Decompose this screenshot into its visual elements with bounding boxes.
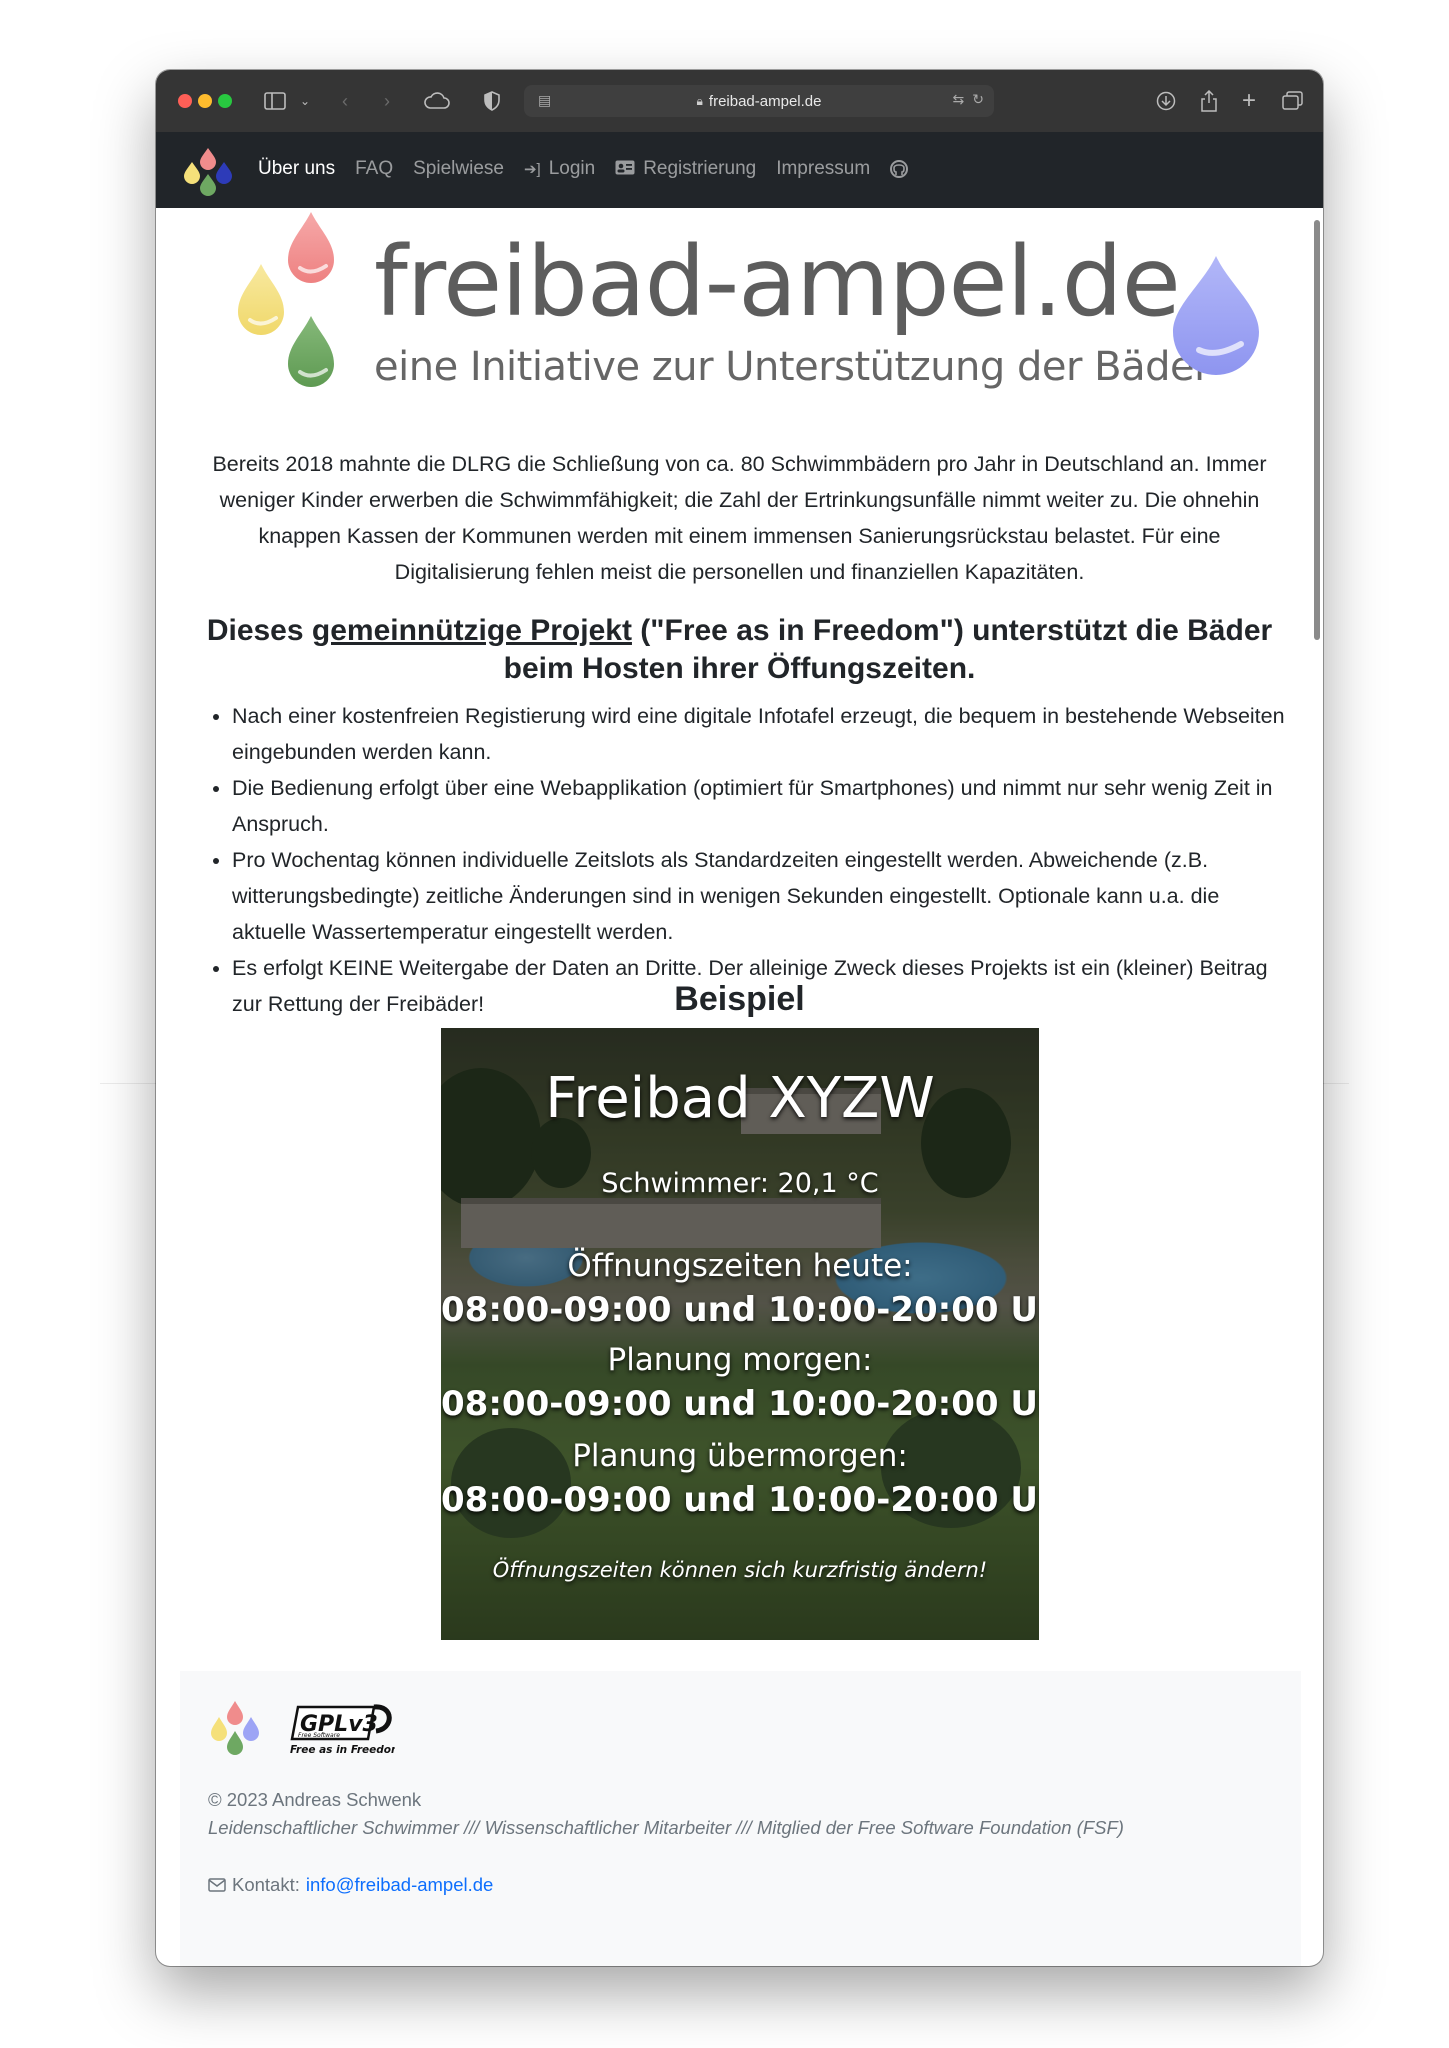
- example-today-label: Öffnungszeiten heute:: [567, 1248, 913, 1284]
- share-icon[interactable]: [1200, 88, 1218, 114]
- back-icon[interactable]: ‹: [342, 88, 348, 114]
- example-heading: Beispiel: [674, 980, 805, 1018]
- example-dayafter-label: Planung übermorgen:: [572, 1438, 908, 1474]
- digitalisierung-link[interactable]: Digitalisierung: [395, 560, 530, 584]
- browser-toolbar: ⌄ ‹ › ▤ 🔒︎ freibad-ampel.de ⇆ ↻ +: [156, 70, 1323, 133]
- contact-label: Kontakt:: [232, 1874, 300, 1895]
- nav-item-spielwiese[interactable]: Spielwiese: [413, 158, 504, 180]
- footer-drops-logo-icon: [211, 1701, 259, 1755]
- blue-drop-icon: [1173, 256, 1259, 375]
- intro-text-end: fehlen meist die personellen und finanzi…: [529, 560, 1085, 584]
- headline-start: Dieses: [206, 614, 312, 647]
- nav-item-login-label: Login: [548, 158, 596, 179]
- example-today-hours: 08:00-09:00 und 10:00-20:00 Uhr: [441, 1290, 1039, 1330]
- envelope-icon: [208, 1878, 226, 1892]
- id-card-icon: [615, 160, 635, 179]
- close-window-button[interactable]: [178, 94, 192, 108]
- sign-in-icon: ➔]: [523, 161, 541, 178]
- example-temperature: Schwimmer: 20,1 °C: [601, 1168, 879, 1199]
- logo-subtitle: eine Initiative zur Unterstützung der Bä…: [374, 344, 1211, 390]
- privacy-shield-icon[interactable]: [484, 88, 500, 114]
- feature-list: Nach einer kostenfreien Registierung wir…: [204, 698, 1292, 1022]
- github-icon[interactable]: [890, 158, 909, 180]
- nav-item-ueber-uns[interactable]: Über uns: [258, 158, 335, 180]
- gpl-logo-icon: GPLv3 Free Software Free as in Freedom: [290, 1704, 402, 1756]
- site-logo-banner: freibad-ampel.de eine Initiative zur Unt…: [216, 208, 1266, 426]
- example-dayafter-hours: 08:00-09:00 und 10:00-20:00 Uhr: [441, 1480, 1039, 1520]
- nav-item-registrierung[interactable]: Registrierung: [615, 158, 756, 180]
- example-pool-title: Freibad XYZW: [545, 1066, 935, 1131]
- cloud-icon[interactable]: [424, 88, 450, 114]
- footer-contact: Kontakt: info@freibad-ampel.de: [208, 1874, 493, 1896]
- project-headline: Dieses gemeinnützige Projekt ("Free as i…: [196, 612, 1283, 688]
- intro-text-start: Bereits 2018 mahnte die DLRG die Schließ…: [212, 452, 1267, 548]
- sidebar-toggle-icon[interactable]: [264, 88, 288, 114]
- logo-title: freibad-ampel.de: [374, 226, 1181, 338]
- water-drops-logo-icon: [238, 212, 334, 387]
- zoom-window-button[interactable]: [218, 94, 232, 108]
- site-navbar: Über uns FAQ Spielwiese ➔] Login Registr…: [156, 132, 1323, 208]
- footer-description: Leidenschaftlicher Schwimmer /// Wissens…: [208, 1817, 1124, 1838]
- lock-icon: 🔒︎: [696, 93, 703, 108]
- page-footer: GPLv3 Free Software Free as in Freedom ©…: [180, 1671, 1301, 1966]
- example-tomorrow-label: Planung morgen:: [607, 1342, 873, 1378]
- download-icon[interactable]: [1156, 88, 1176, 114]
- url-text: freibad-ampel.de: [708, 92, 822, 110]
- chevron-down-icon[interactable]: ⌄: [300, 88, 310, 114]
- intro-paragraph: Bereits 2018 mahnte die DLRG die Schließ…: [196, 446, 1283, 590]
- feature-item: Pro Wochentag können individuelle Zeitsl…: [232, 842, 1292, 950]
- browser-window: ⌄ ‹ › ▤ 🔒︎ freibad-ampel.de ⇆ ↻ + Über u…: [156, 70, 1323, 1966]
- translate-icon[interactable]: ⇆: [953, 91, 965, 108]
- reload-icon[interactable]: ↻: [972, 91, 984, 108]
- gpl-tagline: Free as in Freedom: [290, 1744, 395, 1756]
- new-tab-icon[interactable]: +: [1242, 87, 1256, 114]
- address-bar[interactable]: ▤ 🔒︎ freibad-ampel.de ⇆ ↻: [524, 85, 994, 117]
- nav-item-login[interactable]: ➔] Login: [524, 158, 595, 180]
- footer-copyright: © 2023 Andreas Schwenk: [208, 1789, 422, 1810]
- forward-icon[interactable]: ›: [384, 88, 390, 114]
- example-infotafel-image: Freibad XYZW Schwimmer: 20,1 °C Öffnungs…: [441, 1028, 1039, 1640]
- gplv3-badge[interactable]: GPLv3 Free Software Free as in Freedom: [290, 1701, 402, 1759]
- example-tomorrow-hours: 08:00-09:00 und 10:00-20:00 Uhr: [441, 1384, 1039, 1424]
- tabs-overview-icon[interactable]: [1282, 88, 1304, 114]
- feature-item: Nach einer kostenfreien Registierung wir…: [232, 698, 1292, 770]
- nav-item-faq[interactable]: FAQ: [355, 158, 393, 180]
- minimize-window-button[interactable]: [198, 94, 212, 108]
- nav-item-impressum[interactable]: Impressum: [776, 158, 870, 180]
- main-content: freibad-ampel.de eine Initiative zur Unt…: [156, 208, 1323, 1966]
- contact-email-link[interactable]: info@freibad-ampel.de: [306, 1874, 493, 1896]
- gemeinnuetziges-projekt-link[interactable]: gemeinnützige Projekt: [312, 614, 632, 647]
- gpl-small-text: Free Software: [298, 1732, 340, 1739]
- brand-logo-icon[interactable]: [180, 146, 236, 198]
- feature-item: Die Bedienung erfolgt über eine Webappli…: [232, 770, 1292, 842]
- reader-icon[interactable]: ▤: [538, 92, 551, 109]
- example-note: Öffnungszeiten können sich kurzfristig ä…: [492, 1558, 988, 1582]
- nav-item-registrierung-label: Registrierung: [643, 158, 757, 179]
